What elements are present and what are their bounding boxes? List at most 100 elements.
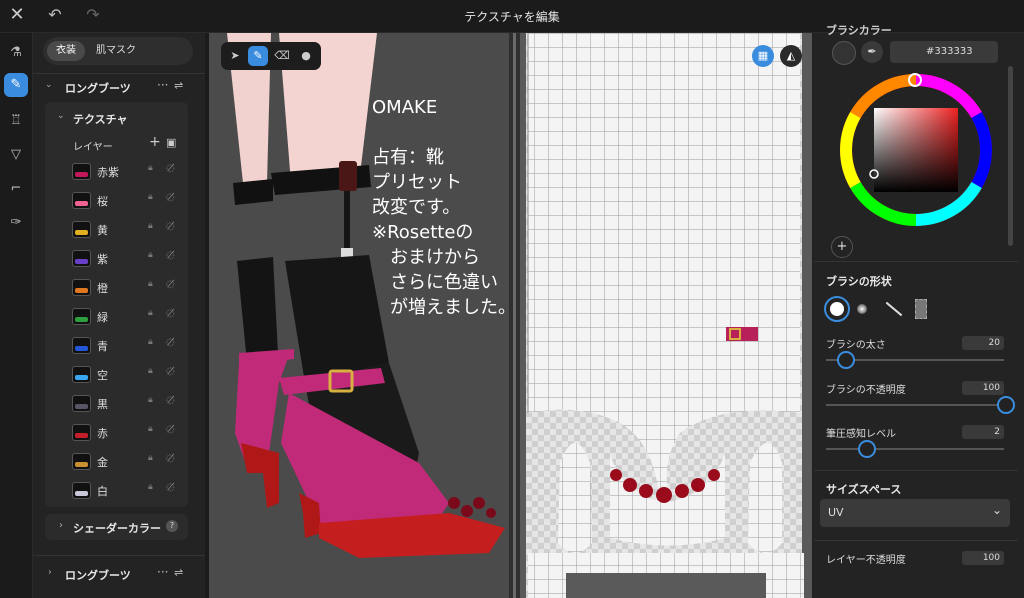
more-icon[interactable]: ···	[157, 78, 168, 92]
flask-icon[interactable]: ⚗	[4, 41, 28, 65]
eye-hidden-icon[interactable]: ◌̸	[166, 395, 175, 406]
section-header-long-boots[interactable]: ⌄ ロングブーツ ··· ⇌	[33, 75, 205, 99]
help-icon[interactable]: ?	[166, 520, 178, 532]
fill-drop-icon[interactable]: ●	[296, 46, 316, 66]
layer-row[interactable]: 黄 🔒︎ ◌̸	[70, 215, 188, 243]
soft-brush-icon[interactable]	[857, 304, 867, 314]
eyedropper-icon[interactable]: ✒	[861, 41, 883, 63]
eye-hidden-icon[interactable]: ◌̸	[166, 482, 175, 493]
eye-hidden-icon[interactable]: ◌̸	[166, 337, 175, 348]
lock-icon[interactable]: 🔒︎	[148, 279, 153, 289]
boot-icon[interactable]: ⌐	[4, 177, 28, 201]
hex-value: #333333	[926, 46, 973, 57]
add-swatch-icon[interactable]: +	[831, 236, 853, 258]
layer-row[interactable]: 橙 🔒︎ ◌̸	[70, 273, 188, 301]
settings-sliders-icon[interactable]: ⇌	[174, 79, 183, 92]
layer-opacity-value[interactable]: 100	[962, 551, 1004, 565]
settings-sliders-icon[interactable]: ⇌	[174, 566, 183, 579]
layer-swatch	[75, 317, 88, 322]
layer-swatch	[75, 259, 88, 264]
lock-icon[interactable]: 🔒︎	[148, 453, 153, 463]
layer-thumbnail	[72, 308, 91, 325]
layer-row[interactable]: 金 🔒︎ ◌̸	[70, 447, 188, 475]
eye-hidden-icon[interactable]: ◌̸	[166, 308, 175, 319]
layer-row[interactable]: 青 🔒︎ ◌̸	[70, 331, 188, 359]
shader-color-label: シェーダーカラー	[73, 522, 161, 535]
brush-opacity-slider[interactable]	[826, 396, 1015, 414]
uv-view[interactable]	[520, 33, 812, 598]
lock-icon[interactable]: 🔒︎	[148, 192, 153, 202]
texture-header[interactable]: ⌄ テクスチャ	[45, 106, 188, 130]
layer-row[interactable]: 白 🔒︎ ◌̸	[70, 476, 188, 504]
color-wheel[interactable]	[838, 72, 994, 228]
dress-icon[interactable]: ♖	[4, 109, 28, 133]
texture-brush-icon[interactable]	[915, 299, 927, 319]
layer-row[interactable]: 赤紫 🔒︎ ◌̸	[70, 157, 188, 185]
slider-knob[interactable]	[836, 351, 855, 369]
eye-hidden-icon[interactable]: ◌̸	[166, 453, 175, 464]
eye-hidden-icon[interactable]: ◌̸	[166, 250, 175, 261]
lock-icon[interactable]: 🔒︎	[148, 221, 153, 231]
brush-icon[interactable]: ✎	[4, 73, 28, 97]
segment-skin-mask[interactable]: 肌マスク	[93, 41, 139, 61]
lock-icon[interactable]: 🔒︎	[148, 482, 153, 492]
pressure-slider[interactable]	[826, 440, 1004, 458]
pressure-value[interactable]: 2	[962, 425, 1004, 439]
lock-icon[interactable]: 🔒︎	[148, 163, 153, 173]
size-space-select[interactable]: UV ⌄	[820, 499, 1010, 527]
pencil-icon[interactable]: ✎	[248, 46, 268, 66]
split-handle[interactable]	[509, 33, 520, 598]
layer-name: 緑	[97, 311, 108, 324]
lock-icon[interactable]: 🔒︎	[148, 424, 153, 434]
image-icon[interactable]: ▣	[166, 136, 176, 149]
current-color-swatch[interactable]	[832, 41, 856, 65]
brush-opacity-value[interactable]: 100	[962, 381, 1004, 395]
lock-icon[interactable]: 🔒︎	[148, 366, 153, 376]
layer-row[interactable]: 紫 🔒︎ ◌̸	[70, 244, 188, 272]
slider-knob[interactable]	[997, 396, 1015, 414]
mirror-icon[interactable]: ◭	[780, 45, 802, 67]
lock-icon[interactable]: 🔒︎	[148, 250, 153, 260]
eye-hidden-icon[interactable]: ◌̸	[166, 221, 175, 232]
layer-row[interactable]: 緑 🔒︎ ◌̸	[70, 302, 188, 330]
layers-label: レイヤー	[73, 142, 113, 153]
lock-icon[interactable]: 🔒︎	[148, 337, 153, 347]
more-icon[interactable]: ···	[157, 565, 168, 579]
layer-swatch	[75, 201, 88, 206]
layer-swatch	[75, 346, 88, 351]
brush-shape-round[interactable]	[824, 296, 850, 322]
layer-row[interactable]: 空 🔒︎ ◌̸	[70, 360, 188, 388]
brush-size-slider[interactable]	[826, 351, 1004, 369]
chevron-down-icon[interactable]: ⌄	[57, 111, 65, 121]
eye-hidden-icon[interactable]: ◌̸	[166, 366, 175, 377]
layer-row[interactable]: 黒 🔒︎ ◌̸	[70, 389, 188, 417]
eye-hidden-icon[interactable]: ◌̸	[166, 279, 175, 290]
chevron-right-icon[interactable]: ⌄	[44, 568, 54, 576]
eye-hidden-icon[interactable]: ◌̸	[166, 424, 175, 435]
chevron-right-icon[interactable]: ›	[59, 520, 63, 531]
scrollbar[interactable]	[1008, 66, 1013, 246]
chevron-down-icon: ⌄	[992, 503, 1003, 517]
brush-size-value[interactable]: 20	[962, 336, 1004, 350]
eye-hidden-icon[interactable]: ◌̸	[166, 163, 175, 174]
add-layer-icon[interactable]: +	[149, 134, 161, 150]
brush-shape-label: ブラシの形状	[826, 275, 892, 288]
shader-color-row[interactable]: › シェーダーカラー ?	[45, 514, 188, 540]
select-cursor-icon[interactable]: ➤	[225, 46, 245, 66]
underwear-icon[interactable]: ▽	[4, 143, 28, 167]
hex-input[interactable]: #333333	[890, 41, 998, 63]
lock-icon[interactable]: 🔒︎	[148, 395, 153, 405]
layer-row[interactable]: 桜 🔒︎ ◌̸	[70, 186, 188, 214]
eraser-icon[interactable]: ⌫	[272, 46, 292, 66]
chevron-down-icon[interactable]: ⌄	[45, 80, 53, 90]
layer-row[interactable]: 赤 🔒︎ ◌̸	[70, 418, 188, 446]
segment-costume[interactable]: 衣装	[47, 41, 85, 61]
lock-icon[interactable]: 🔒︎	[148, 308, 153, 318]
uv-canvas	[520, 33, 812, 598]
grid-toggle-icon[interactable]: ▦	[752, 45, 774, 67]
paintbrush-icon[interactable]: ✑	[4, 211, 28, 235]
eye-hidden-icon[interactable]: ◌̸	[166, 192, 175, 203]
layer-name: 金	[97, 456, 108, 469]
section-header-long-boots-2[interactable]: ⌄ ロングブーツ ··· ⇌	[33, 562, 205, 586]
layer-thumbnail	[72, 163, 91, 180]
